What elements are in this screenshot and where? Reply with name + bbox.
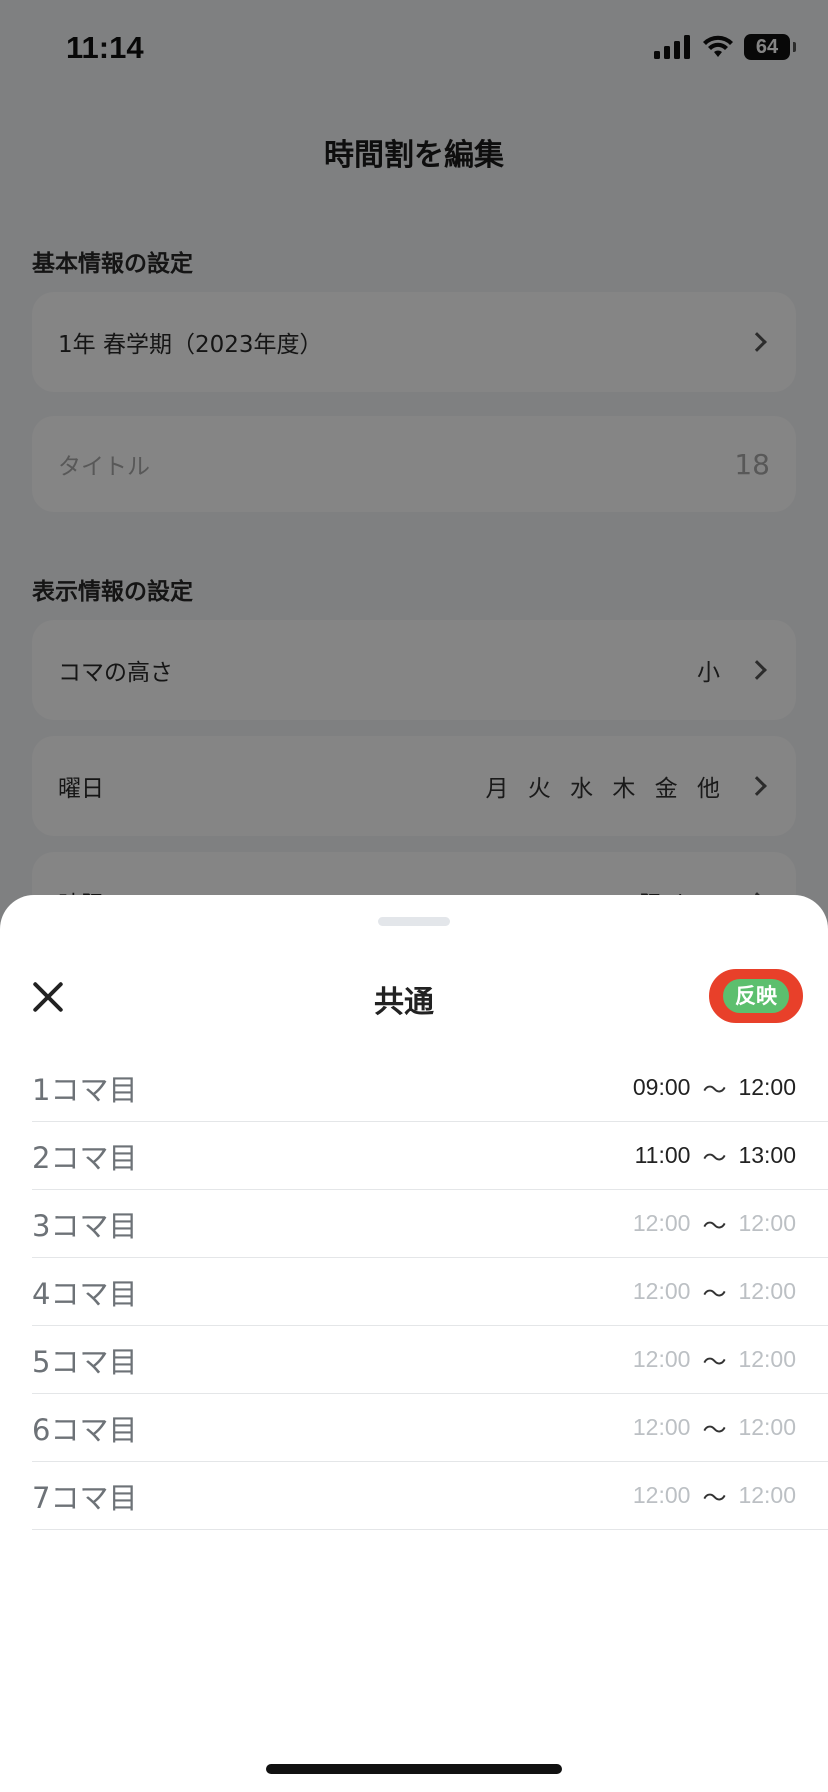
period-label: 4コマ目 xyxy=(32,1276,138,1311)
bottom-sheet: 共通 反映 1コマ目 09:00 ～ 12:00 2コマ目 11:00 ～ 13:00 3コマ目… xyxy=(0,895,828,1792)
time-separator: ～ xyxy=(702,1077,727,1104)
period-end-time: 12:00 xyxy=(738,1346,796,1372)
period-time-range[interactable]: 09:00 ～ 12:00 xyxy=(633,1070,796,1105)
period-label: 5コマ目 xyxy=(32,1344,138,1379)
period-row[interactable]: 3コマ目 12:00 ～ 12:00 xyxy=(32,1190,828,1258)
period-row[interactable]: 2コマ目 11:00 ～ 13:00 xyxy=(32,1122,828,1190)
time-separator: ～ xyxy=(702,1417,727,1444)
period-start-time: 12:00 xyxy=(632,1346,691,1372)
period-label: 6コマ目 xyxy=(32,1412,138,1447)
period-label: 1コマ目 xyxy=(32,1072,138,1107)
period-time-range[interactable]: 12:00 ～ 12:00 xyxy=(633,1410,796,1445)
period-label: 7コマ目 xyxy=(32,1480,138,1515)
period-end-time: 12:00 xyxy=(738,1414,796,1440)
period-end-time: 13:00 xyxy=(738,1142,796,1168)
time-separator: ～ xyxy=(702,1349,727,1376)
period-time-range[interactable]: 12:00 ～ 12:00 xyxy=(633,1206,796,1241)
period-end-time: 12:00 xyxy=(738,1074,796,1100)
period-row[interactable]: 1コマ目 09:00 ～ 12:00 xyxy=(32,1054,828,1122)
period-end-time: 12:00 xyxy=(738,1210,796,1236)
time-separator: ～ xyxy=(702,1213,727,1240)
period-end-time: 12:00 xyxy=(738,1482,796,1508)
period-time-range[interactable]: 12:00 ～ 12:00 xyxy=(633,1342,796,1377)
time-separator: ～ xyxy=(702,1485,727,1512)
period-start-time: 12:00 xyxy=(632,1414,691,1440)
period-label: 3コマ目 xyxy=(32,1208,138,1243)
period-row[interactable]: 6コマ目 12:00 ～ 12:00 xyxy=(32,1394,828,1462)
period-start-time: 12:00 xyxy=(632,1210,691,1236)
time-separator: ～ xyxy=(702,1281,727,1308)
period-end-time: 12:00 xyxy=(738,1278,796,1304)
period-row[interactable]: 4コマ目 12:00 ～ 12:00 xyxy=(32,1258,828,1326)
period-start-time: 12:00 xyxy=(632,1482,691,1508)
period-start-time: 11:00 xyxy=(634,1142,691,1168)
time-separator: ～ xyxy=(702,1145,727,1172)
home-indicator xyxy=(266,1764,562,1774)
period-label: 2コマ目 xyxy=(32,1140,138,1175)
period-start-time: 12:00 xyxy=(632,1278,691,1304)
period-row[interactable]: 7コマ目 12:00 ～ 12:00 xyxy=(32,1462,828,1530)
period-row[interactable]: 5コマ目 12:00 ～ 12:00 xyxy=(32,1326,828,1394)
sheet-title: 共通 xyxy=(374,985,434,1020)
period-time-range[interactable]: 12:00 ～ 12:00 xyxy=(633,1478,796,1513)
period-time-range[interactable]: 11:00 ～ 13:00 xyxy=(635,1138,796,1173)
period-time-range[interactable]: 12:00 ～ 12:00 xyxy=(633,1274,796,1309)
apply-highlight: 反映 xyxy=(709,969,803,1023)
period-start-time: 09:00 xyxy=(632,1074,691,1100)
sheet-grabber[interactable] xyxy=(378,917,450,926)
apply-button[interactable]: 反映 xyxy=(723,979,789,1013)
